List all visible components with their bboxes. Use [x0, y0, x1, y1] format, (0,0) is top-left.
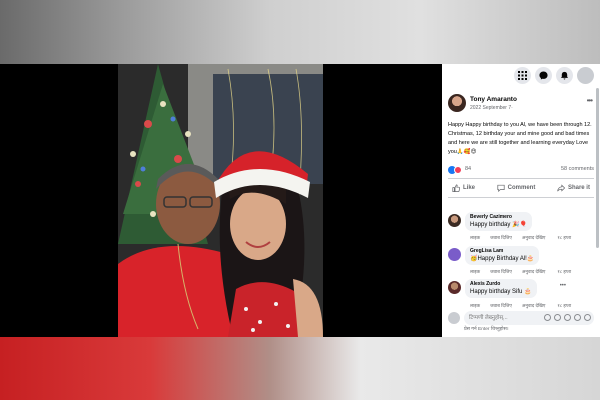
comment-time[interactable]: १८ हप्ता	[557, 235, 571, 241]
share-label: Share it	[567, 185, 590, 191]
post-header: Tony Amaranto 2022 September 7· •••	[448, 94, 594, 116]
comment-like-link[interactable]: लाइक	[470, 303, 480, 309]
comment-item: GregLisa Lam 🥳Happy Birthday Al!🎂 लाइक ज…	[448, 246, 594, 276]
like-icon	[452, 184, 460, 192]
comment-reply-link[interactable]: जवाब दिजिए	[490, 303, 512, 309]
commenter-avatar[interactable]	[448, 214, 461, 227]
account-avatar[interactable]	[577, 66, 594, 84]
commenter-name[interactable]: GregLisa Lam	[470, 248, 534, 254]
share-icon	[557, 184, 565, 192]
comment-meta: लाइक जवाब दिजिए अनुवाद देखिए १८ हप्ता	[470, 269, 571, 275]
divider	[448, 197, 594, 198]
messenger-icon[interactable]	[535, 66, 552, 84]
comment-text: Happy birthday 🎉🎈	[470, 222, 527, 228]
like-label: Like	[463, 185, 476, 191]
commenter-avatar[interactable]	[448, 281, 461, 294]
post-side-panel: Tony Amaranto 2022 September 7· ••• Happ…	[442, 64, 600, 337]
backdrop-bottom	[0, 337, 600, 400]
write-comment-box	[448, 311, 594, 325]
post-text: Happy Happy birthday to you Al, we have …	[448, 122, 592, 155]
camera-icon[interactable]	[564, 314, 571, 321]
share-button[interactable]: Share it	[553, 181, 594, 195]
comment-icon	[497, 184, 505, 192]
top-bar	[442, 64, 600, 86]
comment-bubble: GregLisa Lam 🥳Happy Birthday Al!🎂	[465, 246, 540, 265]
more-icon[interactable]: •••	[587, 96, 593, 105]
comment-translation-link[interactable]: अनुवाद देखिए	[522, 269, 545, 275]
author-name[interactable]: Tony Amaranto	[470, 96, 517, 103]
reaction-count[interactable]: 84	[465, 166, 471, 172]
comment-meta: लाइक जवाब दिजिए अनुवाद देखिए १८ हप्ता	[470, 303, 571, 309]
comment-label: Comment	[507, 185, 536, 191]
comment-input-tools	[544, 314, 591, 321]
comment-button[interactable]: Comment	[493, 181, 540, 195]
comment-reply-link[interactable]: जवाब दिजिए	[490, 269, 512, 275]
scrollbar[interactable]	[596, 88, 599, 248]
comment-bubble: Alexis Zurdo Happy birthday Sifu 🎂	[465, 279, 537, 298]
post-actions: Like Comment Share it	[448, 181, 594, 195]
comment-like-link[interactable]: लाइक	[470, 235, 480, 241]
comment-item: Beverly Cazimero Happy birthday 🎉🎈 लाइक …	[448, 212, 594, 242]
post-date[interactable]: 2022 September 7·	[470, 105, 513, 111]
commenter-name[interactable]: Beverly Cazimero	[470, 214, 527, 220]
comment-meta: लाइक जवाब दिजिए अनुवाद देखिए १८ हप्ता	[470, 235, 571, 241]
comment-reply-link[interactable]: जवाब दिजिए	[490, 235, 512, 241]
comments-count[interactable]: 58 comments	[561, 166, 594, 172]
comment-like-link[interactable]: लाइक	[470, 269, 480, 275]
like-button[interactable]: Like	[448, 181, 479, 195]
sticker-icon[interactable]	[584, 314, 591, 321]
love-reaction-icon	[454, 166, 462, 174]
comment-time[interactable]: १८ हप्ता	[557, 303, 571, 309]
comment-translation-link[interactable]: अनुवाद देखिए	[522, 235, 545, 241]
comment-more-icon[interactable]: •••	[560, 283, 566, 289]
gif-icon[interactable]	[574, 314, 581, 321]
divider	[448, 178, 594, 179]
commenter-avatar[interactable]	[448, 248, 461, 261]
photo-viewer	[0, 64, 442, 337]
emoji-icon[interactable]	[554, 314, 561, 321]
comment-item: Alexis Zurdo Happy birthday Sifu 🎂 ••• ल…	[448, 279, 594, 309]
commenter-name[interactable]: Alexis Zurdo	[470, 281, 532, 287]
comment-text: Happy birthday Sifu 🎂	[470, 289, 532, 295]
avatar-sticker-icon[interactable]	[544, 314, 551, 321]
comment-time[interactable]: १८ हप्ता	[557, 269, 571, 275]
author-avatar[interactable]	[448, 94, 466, 112]
comment-text: 🥳Happy Birthday Al!🎂	[470, 256, 535, 262]
reactions-bar: 84 58 comments	[448, 165, 594, 175]
enter-hint: प्रेस गर्न Enter थिच्नुहोस।	[464, 327, 509, 332]
backdrop-top	[0, 0, 600, 64]
post-photo[interactable]	[118, 64, 323, 337]
menu-grid-icon[interactable]	[514, 66, 531, 84]
comment-translation-link[interactable]: अनुवाद देखिए	[522, 303, 545, 309]
comment-bubble: Beverly Cazimero Happy birthday 🎉🎈	[465, 212, 532, 231]
bell-icon[interactable]	[556, 66, 573, 84]
my-avatar	[448, 312, 460, 324]
